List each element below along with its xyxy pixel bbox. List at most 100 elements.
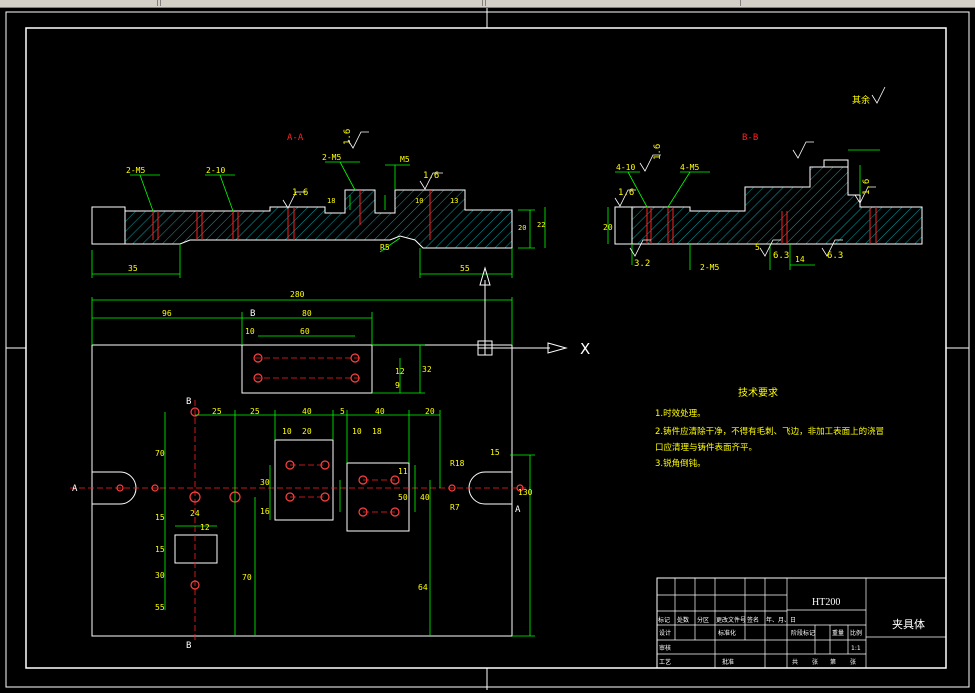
dimension-label: 130 [518, 488, 533, 497]
dimension-label: 64 [418, 583, 428, 592]
toolbar-divider [740, 0, 741, 6]
section-marker: A [72, 484, 78, 494]
dimension-label: 18 [372, 427, 382, 436]
roughness-label: 1.6 [862, 179, 872, 195]
roughness-label: 6.3 [827, 251, 843, 261]
roughness-label: 3.2 [634, 259, 650, 269]
title-block-label: 阶段标记 [791, 629, 815, 637]
dimension-label: 11 [398, 467, 408, 476]
technical-requirements: 技术要求 1.时效处理。 2.铸件应清除干净，不得有毛刺、飞边，非加工表面上的浇… [655, 386, 884, 469]
title-block-label: 批准 [722, 658, 734, 666]
dimension-label: 25 [212, 407, 222, 416]
title-block-label: 重量 [832, 629, 844, 637]
cad-drawing-canvas[interactable]: A-A 1.6 1.6 1.6 2-M5 2-10 2-M5 M5 R5 35 … [0, 7, 975, 693]
dimension-label: 18 [327, 197, 335, 205]
title-block-label: 设计 [659, 629, 671, 637]
dimension-label: 10 [245, 327, 255, 336]
ucs-axis-x: X [580, 340, 590, 358]
title-block-label: 张 [812, 658, 818, 666]
title-block-label: 共 [792, 658, 798, 666]
hole-callout: 2-M5 [700, 263, 719, 272]
tech-req-item: 1.时效处理。 [655, 408, 706, 419]
plan-view[interactable]: X 280 96 80 60 10 32 12 9 25 25 40 5 40 … [70, 266, 590, 651]
title-block-header: 处数 [677, 616, 689, 624]
roughness-label: 1.6 [423, 171, 439, 181]
hole-callout: 2-10 [206, 166, 225, 175]
dimension-label: 30 [155, 571, 165, 580]
toolbar-divider [482, 0, 483, 6]
toolbar-divider [160, 0, 161, 6]
hole-callout: 4-M5 [680, 163, 699, 172]
section-marker: B [250, 309, 255, 319]
dimension-label: 70 [242, 573, 252, 582]
section-aa-view[interactable]: A-A 1.6 1.6 1.6 2-M5 2-10 2-M5 M5 R5 35 … [91, 129, 661, 278]
dimension-label: 35 [128, 264, 138, 273]
section-bb-label: B-B [742, 133, 758, 143]
dimension-label: 30 [260, 478, 270, 487]
title-block-header: 签名 [747, 616, 759, 624]
dimension-label: R7 [450, 503, 460, 512]
title-block-label: 第 [830, 658, 836, 666]
dimension-label: 80 [302, 309, 312, 318]
title-block-header: 更改文件号 [716, 616, 746, 624]
hole-callout: 2-M5 [322, 153, 341, 162]
title-block-header: 年、月、日 [766, 616, 796, 624]
title-block-label: 标准化 [718, 629, 736, 637]
part-name-field: 夹具体 [892, 617, 925, 631]
dimension-label: 96 [162, 309, 172, 318]
radius-callout: R5 [380, 243, 390, 252]
hole-callout: 2-M5 [126, 166, 145, 175]
roughness-symbol-icon [871, 86, 886, 104]
roughness-label: 1.6 [618, 188, 634, 198]
dimension-label: 55 [460, 264, 470, 273]
dimension-label: 70 [155, 449, 165, 458]
dimension-label: R18 [450, 459, 465, 468]
thread-callout: M5 [400, 155, 410, 164]
title-block[interactable]: HT200 夹具体 标记 处数 分区 更改文件号 签名 年、月、日 设计 标准化… [656, 577, 947, 669]
title-block-label: 张 [850, 658, 856, 666]
dimension-label: 13 [450, 197, 458, 205]
dimension-label: 15 [490, 448, 500, 457]
dimension-label: 25 [250, 407, 260, 416]
title-block-value: 1:1 [851, 645, 861, 652]
roughness-label: 1.6 [292, 188, 308, 198]
roughness-note: 其余 [852, 94, 870, 106]
dimension-label: 20 [518, 224, 526, 232]
dimension-label: 40 [420, 493, 430, 502]
dimension-label: 20 [603, 223, 613, 232]
dimension-label: 20 [425, 407, 435, 416]
dimension-label: 5 [340, 407, 345, 416]
section-marker: A [515, 505, 521, 515]
roughness-label: 6.3 [773, 251, 789, 261]
dimension-label: 15 [155, 513, 165, 522]
dimension-label: 40 [375, 407, 385, 416]
dimension-label: 50 [398, 493, 408, 502]
title-block-label: 工艺 [659, 658, 671, 666]
dimension-label: 24 [190, 509, 200, 518]
section-marker: B [186, 641, 191, 651]
title-block-label: 审核 [659, 644, 671, 652]
dimension-label: 40 [302, 407, 312, 416]
tech-req-item: 2.铸件应清除干净，不得有毛刺、飞边，非加工表面上的浇冒 [655, 426, 884, 437]
section-bb-view[interactable]: B-B 1.6 1.6 1.6 3.2 6.3 6.3 4-10 4-M5 2-… [603, 86, 923, 272]
dimension-label: 10 [415, 197, 423, 205]
hole-callout: 4-10 [616, 163, 635, 172]
dimension-label: 9 [395, 381, 400, 390]
dimension-label: 280 [290, 290, 305, 299]
dimension-label: 20 [302, 427, 312, 436]
dimension-label: 12 [200, 523, 210, 532]
title-block-header: 标记 [658, 616, 670, 624]
tech-req-item: 口应清理与铸件表面齐平。 [655, 442, 757, 453]
section-marker: B [186, 397, 191, 407]
roughness-label: 1.6 [343, 129, 353, 145]
tech-req-title: 技术要求 [738, 386, 778, 399]
section-aa-label: A-A [287, 133, 304, 143]
dimension-label: 60 [300, 327, 310, 336]
toolbar-divider [485, 0, 486, 6]
title-block-label: 比例 [850, 629, 862, 637]
dimension-label: 10 [352, 427, 362, 436]
material-field: HT200 [812, 597, 840, 608]
ucs-icon [477, 266, 568, 356]
dimension-label: 16 [260, 507, 270, 516]
dimension-label: 32 [422, 365, 432, 374]
